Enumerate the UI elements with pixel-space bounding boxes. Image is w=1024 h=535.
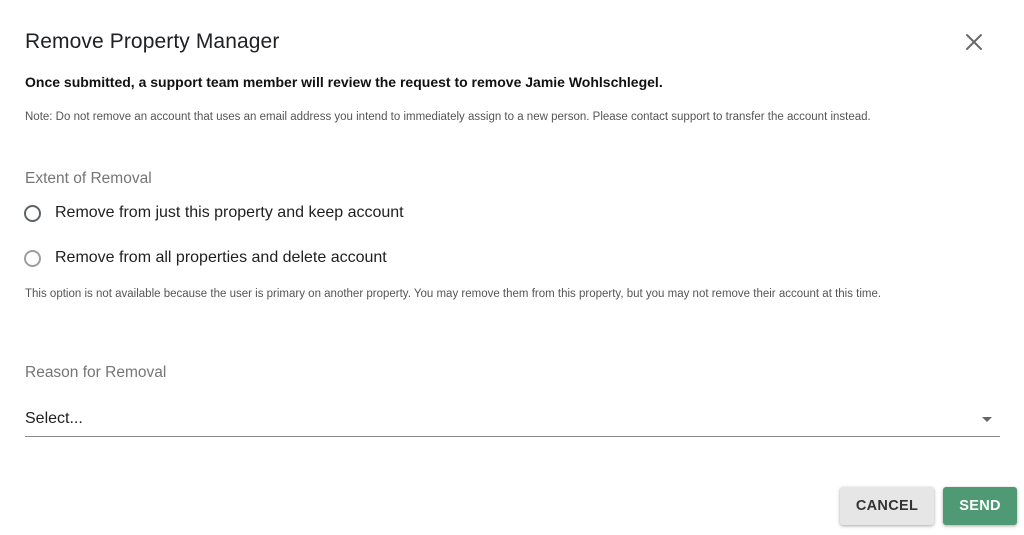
dialog-title: Remove Property Manager — [25, 30, 280, 53]
radio-option-keep-account[interactable]: Remove from just this property and keep … — [24, 204, 404, 222]
radio-button[interactable] — [24, 249, 41, 267]
radio-option-delete-account[interactable]: Remove from all properties and delete ac… — [24, 249, 387, 267]
extent-of-removal-label: Extent of Removal — [25, 170, 152, 187]
dropdown-arrow-icon[interactable] — [982, 417, 992, 422]
cancel-button[interactable]: CANCEL — [840, 487, 934, 525]
delete-option-help-text: This option is not available because the… — [25, 288, 882, 300]
radio-button[interactable] — [24, 204, 41, 222]
radio-option-label: Remove from all properties and delete ac… — [55, 249, 387, 266]
close-button[interactable] — [962, 30, 986, 54]
remove-property-manager-dialog: Remove Property Manager Once submitted, … — [0, 0, 1024, 535]
reason-select[interactable]: Select... — [25, 404, 1000, 437]
send-button[interactable]: SEND — [943, 487, 1017, 525]
radio-option-label: Remove from just this property and keep … — [55, 204, 404, 221]
dialog-note: Note: Do not remove an account that uses… — [25, 111, 871, 123]
reason-for-removal-label: Reason for Removal — [25, 364, 167, 381]
close-icon[interactable] — [962, 30, 986, 54]
dialog-subtitle: Once submitted, a support team member wi… — [25, 74, 663, 90]
reason-select-value: Select... — [25, 410, 83, 427]
